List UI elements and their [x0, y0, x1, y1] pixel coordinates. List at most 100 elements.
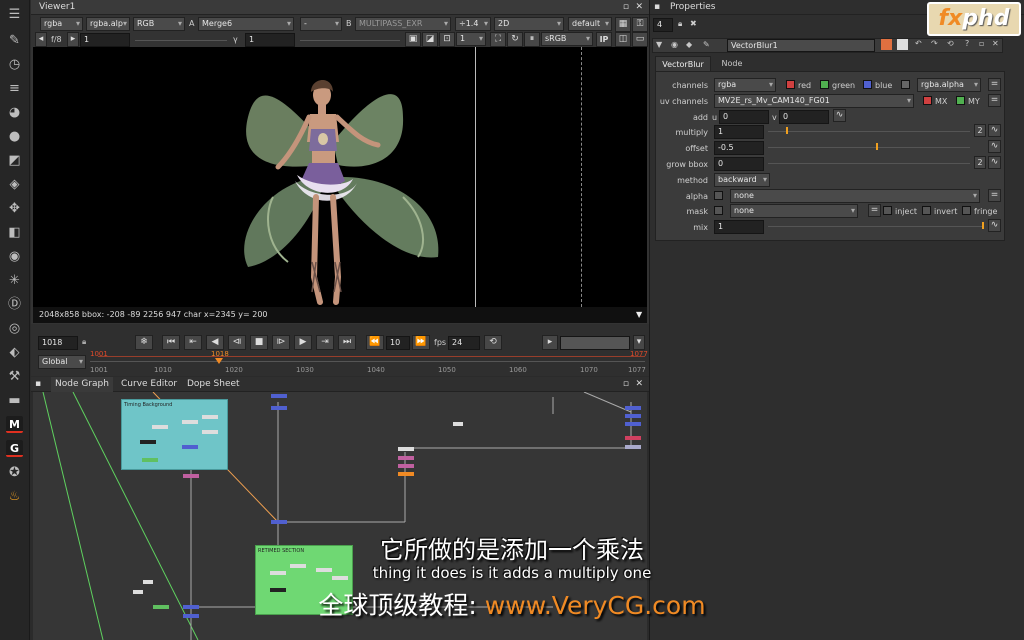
node[interactable] — [202, 430, 218, 434]
a-input-dropdown[interactable]: Merge6 — [198, 17, 294, 31]
offset-slider-handle[interactable] — [876, 143, 878, 150]
skip-forward-icon[interactable]: ⏩ — [412, 335, 430, 350]
node[interactable] — [625, 445, 641, 449]
in-point-marker[interactable]: 1001 — [90, 350, 108, 358]
proxy-dropdown[interactable]: 1 — [456, 32, 486, 46]
my-checkbox[interactable] — [956, 96, 965, 105]
particles-icon[interactable]: ✳ — [6, 272, 23, 289]
fstop-next-icon[interactable]: ▸ — [67, 32, 79, 47]
offset-slider[interactable] — [768, 147, 970, 148]
link-icon[interactable]: = — [988, 94, 1001, 107]
gamma-field[interactable]: 1 — [245, 33, 295, 47]
lock-panel-icon[interactable]: 🔒︎ — [678, 19, 682, 29]
mx-checkbox[interactable] — [923, 96, 932, 105]
metadata-icon[interactable]: M — [6, 416, 23, 433]
snowflake-icon[interactable]: ❄ — [135, 335, 153, 350]
pane-menu-icon[interactable]: ▪ — [35, 377, 41, 392]
multiply-field[interactable]: 1 — [714, 125, 764, 139]
tab-node-graph[interactable]: Node Graph — [51, 377, 113, 392]
node[interactable] — [625, 406, 641, 410]
compare-op-dropdown[interactable]: - — [300, 17, 342, 31]
stop-icon[interactable]: ■ — [250, 335, 268, 350]
views-icon[interactable]: ◎ — [6, 320, 23, 337]
fringe-checkbox[interactable] — [962, 206, 971, 215]
input-process-button[interactable]: IP — [596, 32, 612, 47]
clear-panels-icon[interactable]: ✖ — [690, 19, 697, 28]
node[interactable] — [152, 425, 168, 429]
flipbook-field[interactable] — [560, 336, 630, 350]
pause-icon[interactable]: ⏸ — [524, 32, 540, 47]
float-icon[interactable]: ▫ — [623, 0, 629, 15]
mix-slider-handle[interactable] — [982, 222, 984, 229]
backdrop-timing[interactable]: Timing Background — [121, 399, 228, 470]
mask-checkbox[interactable] — [714, 206, 723, 215]
gamma-slider[interactable] — [300, 40, 400, 41]
timeline-scope-dropdown[interactable]: Global — [38, 355, 86, 369]
playhead-icon[interactable] — [215, 358, 223, 364]
curve-icon[interactable]: ∿ — [988, 124, 1001, 137]
step-forward-icon[interactable]: ⧐ — [272, 335, 290, 350]
node[interactable] — [183, 474, 199, 478]
alpha-dropdown[interactable]: rgba.alp — [86, 17, 130, 31]
curve-icon[interactable]: ∿ — [988, 219, 1001, 232]
alpha-checkbox[interactable] — [714, 191, 723, 200]
loop-icon[interactable]: ⟲ — [484, 335, 502, 350]
float-icon[interactable]: ▫ — [623, 377, 629, 392]
flipbook-icon[interactable]: ▸ — [542, 335, 558, 350]
tab-node[interactable]: Node — [713, 56, 751, 72]
prev-keyframe-icon[interactable]: ⇤ — [184, 335, 202, 350]
node-icon[interactable]: ◆ — [686, 40, 692, 49]
cube-icon[interactable]: ◧ — [6, 224, 23, 241]
node[interactable] — [182, 445, 198, 449]
float-icon[interactable]: ▫ — [979, 39, 984, 48]
green-checkbox[interactable] — [820, 80, 829, 89]
b-input-dropdown[interactable]: MULTIPASS_EXR — [355, 17, 451, 31]
add-v-field[interactable]: 0 — [779, 110, 829, 124]
collapse-icon[interactable]: ▼ — [656, 40, 662, 49]
prev-frame-icon[interactable]: ◀ — [206, 335, 224, 350]
node[interactable] — [271, 406, 287, 410]
node[interactable] — [271, 520, 287, 524]
link-icon[interactable]: = — [988, 78, 1001, 91]
wrench-icon[interactable]: ✎ — [703, 40, 710, 49]
timeline-options-icon[interactable]: ▾ — [633, 335, 645, 350]
grow-bbox-slider[interactable] — [768, 163, 970, 164]
node[interactable] — [182, 420, 198, 424]
gain-field[interactable]: 1 — [80, 33, 130, 47]
view-mode-dropdown[interactable]: 2D — [494, 17, 564, 31]
node[interactable] — [398, 464, 414, 468]
colorspace-dropdown[interactable]: sRGB — [541, 32, 593, 46]
out-point-marker[interactable]: 1077 — [630, 350, 648, 358]
skip-back-icon[interactable]: ⏪ — [366, 335, 384, 350]
node[interactable] — [140, 440, 156, 444]
alpha-channel-checkbox[interactable] — [901, 80, 910, 89]
next-keyframe-icon[interactable]: ⇥ — [316, 335, 334, 350]
viewer-canvas[interactable] — [33, 47, 647, 307]
refresh-icon[interactable]: ↻ — [507, 32, 523, 47]
current-frame-marker[interactable]: 1018 — [211, 350, 229, 358]
curve-icon[interactable]: ∿ — [988, 156, 1001, 169]
grid-icon[interactable]: ▦ — [615, 17, 631, 32]
offset-field[interactable]: -0.5 — [714, 141, 764, 155]
proxy-icon[interactable]: ⊡ — [439, 32, 455, 47]
close-icon[interactable]: ✕ — [635, 377, 643, 392]
multiply-slider-handle[interactable] — [786, 127, 788, 134]
mix-field[interactable]: 1 — [714, 220, 764, 234]
transform-icon[interactable]: ✥ — [6, 200, 23, 217]
viewer-tab[interactable]: Viewer1 — [39, 2, 75, 12]
menu-icon[interactable]: ▬ — [6, 392, 23, 409]
channel-icon[interactable]: ≡ — [6, 80, 23, 97]
eye-icon[interactable]: ◉ — [6, 248, 23, 265]
revert-icon[interactable]: ⟲ — [947, 39, 954, 48]
fstop-value[interactable]: f/8 — [51, 35, 62, 44]
sphere-icon[interactable]: ● — [6, 128, 23, 145]
alpha-dropdown[interactable]: none — [730, 189, 980, 203]
help-icon[interactable]: ? — [965, 39, 969, 48]
step-back-icon[interactable]: ⧏ — [228, 335, 246, 350]
layout-icon[interactable]: ☰ — [6, 6, 23, 23]
close-icon[interactable]: ✕ — [635, 0, 643, 15]
furnace-icon[interactable]: ♨ — [6, 488, 23, 505]
add-u-field[interactable]: 0 — [719, 110, 769, 124]
red-checkbox[interactable] — [786, 80, 795, 89]
filter-icon[interactable]: ◩ — [6, 152, 23, 169]
